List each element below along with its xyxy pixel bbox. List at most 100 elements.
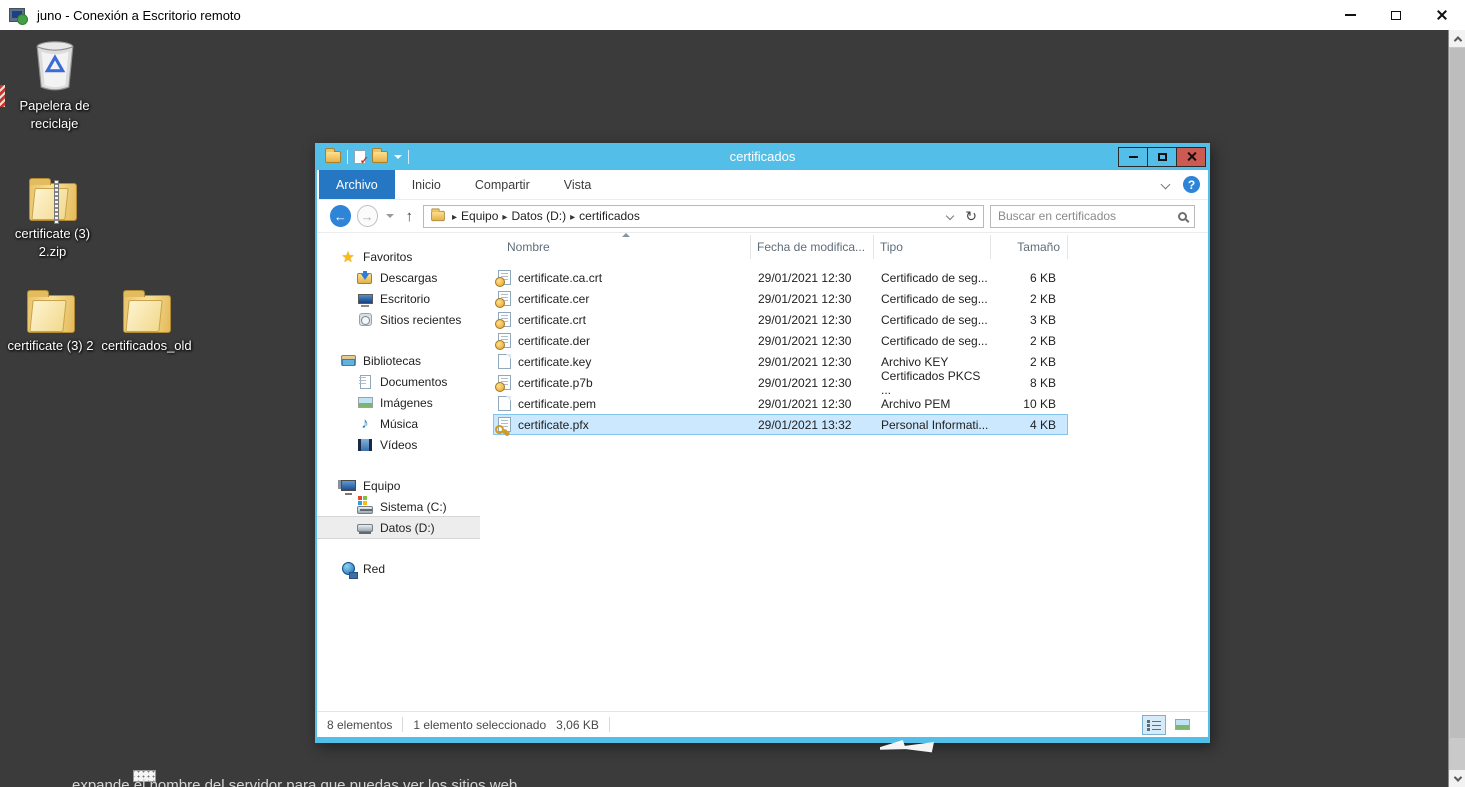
sidebar-item-label: Favoritos: [363, 250, 412, 264]
items-count: 8 elementos: [327, 718, 392, 732]
up-button[interactable]: ↑: [406, 208, 414, 225]
pfx-certificate-file-icon: [498, 417, 511, 432]
back-button[interactable]: ←: [330, 205, 351, 227]
toolbar-separator: [347, 150, 348, 164]
status-separator: [609, 717, 610, 732]
address-bar[interactable]: Equipo Datos (D:) certificados ↻: [423, 205, 984, 228]
sidebar-item-sitios-recientes[interactable]: Sitios recientes: [317, 309, 480, 330]
search-icon[interactable]: [1178, 212, 1187, 221]
sidebar-item-red[interactable]: Red: [317, 558, 480, 579]
file-row[interactable]: certificate.p7b 29/01/2021 12:30 Certifi…: [493, 372, 1068, 393]
sidebar-item-datos-d[interactable]: Datos (D:): [317, 517, 480, 538]
file-row[interactable]: certificate.crt 29/01/2021 12:30 Certifi…: [493, 309, 1068, 330]
desktop-icon-label: certificate (3) 2: [0, 337, 103, 355]
explorer-minimize-button[interactable]: [1118, 147, 1148, 167]
ribbon-tabs: Archivo Inicio Compartir Vista: [317, 170, 1208, 200]
refresh-icon[interactable]: ↻: [965, 209, 977, 223]
desktop-icon-label: certificate (3) 2.zip: [0, 225, 105, 260]
sidebar-item-videos[interactable]: Vídeos: [317, 434, 480, 455]
rdp-vertical-scrollbar[interactable]: [1448, 30, 1465, 787]
tab-compartir[interactable]: Compartir: [458, 170, 547, 199]
breadcrumb-certificados[interactable]: certificados: [579, 209, 640, 223]
recent-places-icon: [357, 312, 373, 328]
scroll-up-button[interactable]: [1449, 30, 1465, 47]
breadcrumb-separator-icon: [570, 209, 575, 223]
sidebar-item-label: Descargas: [380, 271, 437, 285]
rdp-maximize-button[interactable]: [1373, 0, 1419, 30]
desktop-icon-label: Papelera de reciclaje: [2, 97, 107, 132]
quick-access-toolbar: [317, 150, 409, 164]
certificate-file-icon: [498, 270, 511, 285]
breadcrumb-datos-d[interactable]: Datos (D:): [511, 209, 566, 223]
rdp-minimize-button[interactable]: [1327, 0, 1373, 30]
breadcrumb-equipo[interactable]: Equipo: [461, 209, 498, 223]
file-row-selected[interactable]: certificate.pfx 29/01/2021 13:32 Persona…: [493, 414, 1068, 435]
file-row[interactable]: certificate.pem 29/01/2021 12:30 Archivo…: [493, 393, 1068, 414]
explorer-maximize-button[interactable]: [1147, 147, 1177, 167]
computer-icon: [340, 478, 356, 494]
file-row[interactable]: certificate.cer 29/01/2021 12:30 Certifi…: [493, 288, 1068, 309]
sidebar-item-escritorio[interactable]: Escritorio: [317, 288, 480, 309]
close-icon: [1436, 9, 1448, 21]
scrollbar-thumb[interactable]: [1450, 48, 1465, 738]
minimize-icon: [1129, 156, 1138, 158]
tab-inicio[interactable]: Inicio: [395, 170, 458, 199]
sidebar-item-equipo[interactable]: Equipo: [317, 475, 480, 496]
history-dropdown-icon[interactable]: [386, 214, 394, 218]
tab-vista[interactable]: Vista: [547, 170, 609, 199]
music-icon: [357, 416, 373, 432]
libraries-icon: [340, 353, 356, 369]
scroll-down-button[interactable]: [1449, 770, 1465, 787]
sidebar-item-label: Sitios recientes: [380, 313, 461, 327]
thumbnails-view-button[interactable]: [1170, 715, 1194, 735]
sort-ascending-icon: [622, 233, 630, 237]
column-header-fecha[interactable]: Fecha de modifica...: [751, 235, 874, 259]
sidebar-item-label: Música: [380, 417, 418, 431]
sidebar-item-favoritos[interactable]: Favoritos: [317, 246, 480, 267]
sidebar-item-label: Vídeos: [380, 438, 417, 452]
star-icon: [340, 249, 356, 265]
sidebar-item-bibliotecas[interactable]: Bibliotecas: [317, 350, 480, 371]
chevron-up-icon: [1453, 36, 1461, 44]
file-icon: [498, 396, 511, 411]
new-folder-icon[interactable]: [372, 151, 388, 163]
selection-size: 3,06 KB: [556, 718, 599, 732]
sidebar-item-imagenes[interactable]: Imágenes: [317, 392, 480, 413]
tab-archivo[interactable]: Archivo: [319, 170, 395, 199]
file-row[interactable]: certificate.ca.crt 29/01/2021 12:30 Cert…: [493, 267, 1068, 288]
properties-icon[interactable]: [354, 150, 366, 164]
sidebar-item-documentos[interactable]: Documentos: [317, 371, 480, 392]
search-input[interactable]: [998, 209, 1178, 223]
explorer-window: certificados Archivo Inicio Compartir Vi…: [315, 143, 1210, 743]
desktop-icon-folder-certificados-old[interactable]: certificados_old: [94, 275, 199, 355]
sidebar-item-label: Bibliotecas: [363, 354, 421, 368]
window-bottom-border: [317, 737, 1208, 743]
desktop-icon-recycle-bin[interactable]: Papelera de reciclaje: [2, 35, 107, 132]
details-view-button[interactable]: [1142, 715, 1166, 735]
maximize-icon: [1391, 11, 1401, 20]
desktop-icon-zip[interactable]: certificate (3) 2.zip: [0, 163, 105, 260]
help-icon[interactable]: [1183, 176, 1200, 193]
folder-icon: [123, 295, 171, 333]
file-row[interactable]: certificate.der 29/01/2021 12:30 Certifi…: [493, 330, 1068, 351]
sidebar-item-descargas[interactable]: Descargas: [317, 267, 480, 288]
details-view-icon: [1147, 719, 1161, 731]
forward-button[interactable]: →: [357, 205, 378, 227]
sidebar-item-musica[interactable]: Música: [317, 413, 480, 434]
downloads-icon: [357, 270, 373, 286]
rdp-close-button[interactable]: [1419, 0, 1465, 30]
column-header-tipo[interactable]: Tipo: [874, 235, 991, 259]
address-dropdown-icon[interactable]: [946, 212, 954, 220]
sidebar-item-label: Imágenes: [380, 396, 433, 410]
column-header-nombre[interactable]: Nombre: [480, 235, 751, 259]
chevron-down-icon: [1453, 773, 1461, 781]
sidebar-item-sistema-c[interactable]: Sistema (C:): [317, 496, 480, 517]
explorer-close-button[interactable]: [1176, 147, 1206, 167]
folder-icon[interactable]: [325, 151, 341, 163]
window-title: certificados: [317, 149, 1208, 164]
desktop-icon-folder-certificate[interactable]: certificate (3) 2: [0, 275, 103, 355]
chevron-down-icon[interactable]: [394, 155, 402, 159]
videos-icon: [357, 437, 373, 453]
column-header-tamano[interactable]: Tamaño: [991, 235, 1068, 259]
ribbon-collapse-icon[interactable]: [1161, 180, 1171, 190]
